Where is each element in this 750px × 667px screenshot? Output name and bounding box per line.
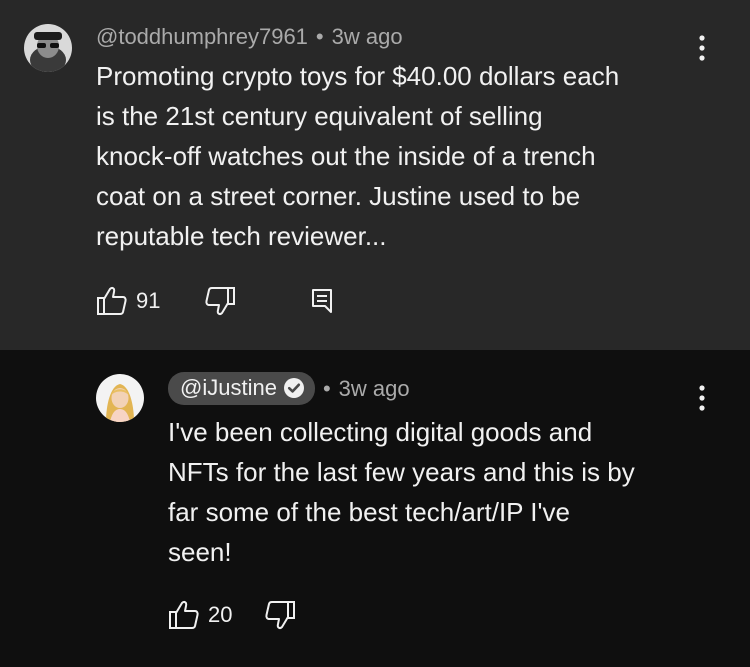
reply-thread: @iJustine • 3w ago I've been collecting … bbox=[0, 350, 750, 667]
reply-line: I've been collecting digital goods and bbox=[168, 417, 593, 447]
avatar[interactable] bbox=[96, 374, 144, 422]
thumbs-up-icon bbox=[97, 287, 127, 315]
thumbs-up-icon bbox=[169, 601, 199, 629]
reply-button[interactable] bbox=[310, 288, 334, 314]
comment-username[interactable]: @toddhumphrey7961 bbox=[96, 24, 308, 50]
reply-timestamp[interactable]: 3w ago bbox=[339, 376, 410, 402]
comment-line: knock-off watches out the inside of a tr… bbox=[96, 141, 596, 171]
comment-line: reputable tech reviewer... bbox=[96, 221, 387, 251]
reply-actions: 20 bbox=[168, 600, 296, 630]
comment-actions: 91 bbox=[96, 286, 334, 316]
thumbs-down-icon bbox=[265, 601, 296, 629]
comment-thread: @toddhumphrey7961 • 3w ago Promoting cry… bbox=[0, 0, 750, 350]
comment-line: coat on a street corner. Justine used to… bbox=[96, 181, 581, 211]
thumbs-down-icon bbox=[205, 287, 236, 315]
reply-line: NFTs for the last few years and this is … bbox=[168, 457, 635, 487]
more-vertical-icon bbox=[699, 385, 705, 411]
reply-body: I've been collecting digital goods and N… bbox=[168, 412, 635, 572]
comment-menu-button[interactable] bbox=[690, 30, 714, 66]
comment-icon bbox=[312, 289, 333, 313]
dislike-button[interactable] bbox=[264, 600, 296, 630]
verified-check-icon bbox=[283, 377, 305, 399]
like-button[interactable]: 91 bbox=[96, 286, 160, 316]
reply-line: far some of the best tech/art/IP I've bbox=[168, 497, 570, 527]
comment-line: Promoting crypto toys for $40.00 dollars… bbox=[96, 61, 620, 91]
reply-meta: @iJustine • 3w ago bbox=[168, 372, 410, 405]
creator-handle-chip[interactable]: @iJustine bbox=[168, 372, 315, 405]
more-vertical-icon bbox=[699, 35, 705, 61]
comment-body: Promoting crypto toys for $40.00 dollars… bbox=[96, 56, 619, 256]
like-count: 91 bbox=[136, 288, 161, 313]
comment-timestamp[interactable]: 3w ago bbox=[332, 24, 403, 50]
comment-line: is the 21st century equivalent of sellin… bbox=[96, 101, 543, 131]
like-button[interactable]: 20 bbox=[168, 600, 232, 630]
reply-username: @iJustine bbox=[180, 375, 277, 400]
reply-line: seen! bbox=[168, 537, 232, 567]
like-count: 20 bbox=[208, 602, 233, 627]
dislike-button[interactable] bbox=[204, 286, 236, 316]
comment-meta: @toddhumphrey7961 • 3w ago bbox=[96, 24, 403, 50]
separator-dot: • bbox=[315, 24, 324, 49]
reply-menu-button[interactable] bbox=[690, 380, 714, 416]
separator-dot: • bbox=[322, 375, 331, 401]
avatar[interactable] bbox=[24, 24, 72, 72]
